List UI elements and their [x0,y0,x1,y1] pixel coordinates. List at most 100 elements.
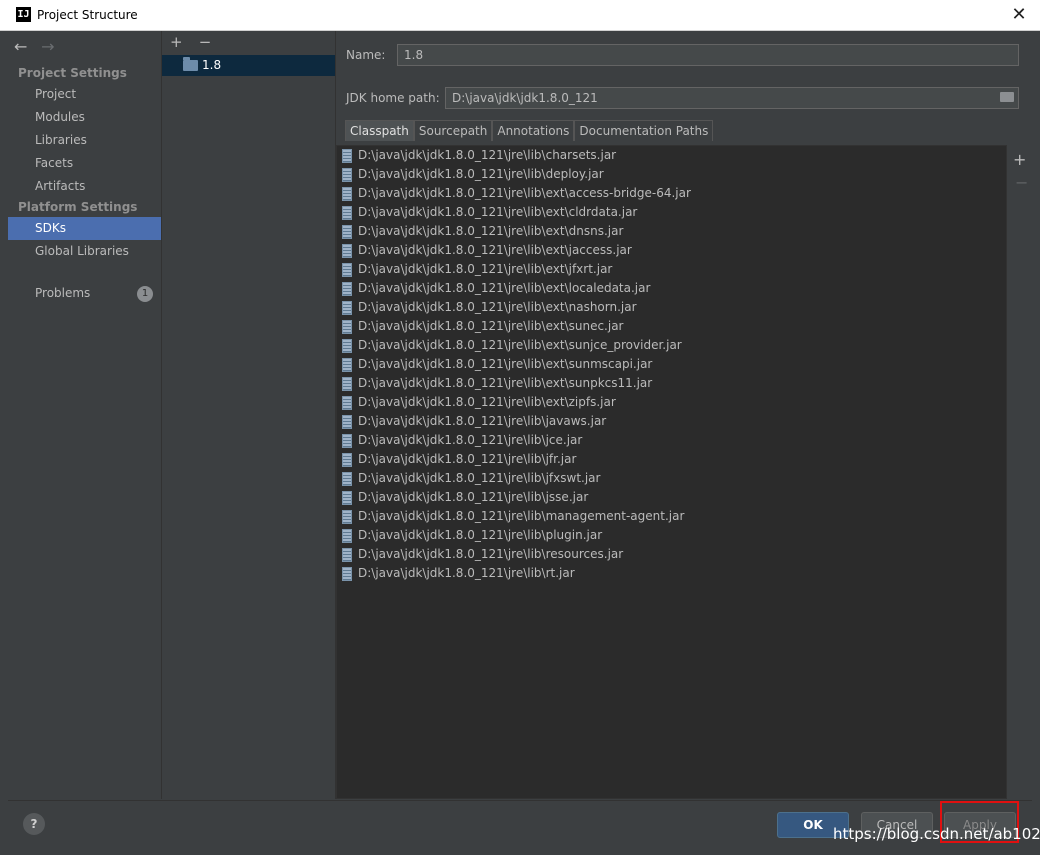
sdk-detail-panel: Name: 1.8 JDK home path: D:\java\jdk\jdk… [336,31,1032,799]
jar-icon [342,529,352,543]
classpath-row[interactable]: D:\java\jdk\jdk1.8.0_121\jre\lib\ext\sun… [337,336,1006,355]
project-structure-dialog: ← → Project Settings Project Modules Lib… [8,31,1032,855]
classpath-row[interactable]: D:\java\jdk\jdk1.8.0_121\jre\lib\ext\sun… [337,374,1006,393]
name-field[interactable]: 1.8 [397,44,1019,66]
classpath-row[interactable]: D:\java\jdk\jdk1.8.0_121\jre\lib\jce.jar [337,431,1006,450]
jdk-home-path-field[interactable]: D:\java\jdk\jdk1.8.0_121 [445,87,1019,109]
classpath-row[interactable]: D:\java\jdk\jdk1.8.0_121\jre\lib\plugin.… [337,526,1006,545]
intellij-logo-icon: IJ [16,7,31,22]
classpath-list[interactable]: D:\java\jdk\jdk1.8.0_121\jre\lib\charset… [336,145,1007,799]
classpath-row[interactable]: D:\java\jdk\jdk1.8.0_121\jre\lib\ext\jac… [337,241,1006,260]
classpath-entry: D:\java\jdk\jdk1.8.0_121\jre\lib\plugin.… [358,528,603,542]
classpath-row[interactable]: D:\java\jdk\jdk1.8.0_121\jre\lib\ext\loc… [337,279,1006,298]
classpath-row[interactable]: D:\java\jdk\jdk1.8.0_121\jre\lib\ext\jfx… [337,260,1006,279]
classpath-entry: D:\java\jdk\jdk1.8.0_121\jre\lib\jsse.ja… [358,490,589,504]
jar-icon [342,244,352,258]
problems-count-badge: 1 [137,286,153,302]
sdk-list-item[interactable]: 1.8 [162,55,335,76]
classpath-row[interactable]: D:\java\jdk\jdk1.8.0_121\jre\lib\ext\cld… [337,203,1006,222]
jar-icon [342,320,352,334]
jar-icon [342,548,352,562]
help-icon[interactable]: ? [23,813,45,835]
title-bar: IJ Project Structure ✕ [0,0,1040,31]
sidebar-item-problems[interactable]: Problems 1 [8,282,161,305]
sidebar-item-modules[interactable]: Modules [8,106,161,129]
jar-icon [342,453,352,467]
classpath-entry: D:\java\jdk\jdk1.8.0_121\jre\lib\javaws.… [358,414,607,428]
tab-annotations[interactable]: Annotations [492,120,575,141]
jar-icon [342,263,352,277]
jar-icon [342,358,352,372]
classpath-entry: D:\java\jdk\jdk1.8.0_121\jre\lib\jce.jar [358,433,583,447]
jar-icon [342,187,352,201]
classpath-row[interactable]: D:\java\jdk\jdk1.8.0_121\jre\lib\resourc… [337,545,1006,564]
add-sdk-icon[interactable]: + [170,33,194,51]
sidebar-item-facets[interactable]: Facets [8,152,161,175]
platform-settings-heading: Platform Settings [18,200,138,214]
classpath-row[interactable]: D:\java\jdk\jdk1.8.0_121\jre\lib\managem… [337,507,1006,526]
forward-arrow-icon[interactable]: → [41,37,63,56]
classpath-entry: D:\java\jdk\jdk1.8.0_121\jre\lib\ext\sun… [358,376,653,390]
sidebar-item-artifacts[interactable]: Artifacts [8,175,161,198]
classpath-row[interactable]: D:\java\jdk\jdk1.8.0_121\jre\lib\jsse.ja… [337,488,1006,507]
jar-icon [342,377,352,391]
sdk-list-panel: + − 1.8 [162,31,336,799]
remove-sdk-icon[interactable]: − [199,33,223,51]
jar-icon [342,415,352,429]
add-path-icon[interactable]: + [1013,150,1026,169]
sdk-tabs: Classpath Sourcepath Annotations Documen… [345,120,714,142]
remove-path-icon[interactable]: − [1015,173,1028,192]
classpath-entry: D:\java\jdk\jdk1.8.0_121\jre\lib\ext\sun… [358,357,653,371]
tab-sourcepath[interactable]: Sourcepath [413,120,493,141]
classpath-entry: D:\java\jdk\jdk1.8.0_121\jre\lib\rt.jar [358,566,575,580]
browse-folder-icon[interactable] [1000,92,1014,102]
classpath-entry: D:\java\jdk\jdk1.8.0_121\jre\lib\jfr.jar [358,452,577,466]
classpath-row[interactable]: D:\java\jdk\jdk1.8.0_121\jre\lib\jfr.jar [337,450,1006,469]
sidebar: ← → Project Settings Project Modules Lib… [8,31,162,799]
classpath-entry: D:\java\jdk\jdk1.8.0_121\jre\lib\ext\nas… [358,300,637,314]
classpath-row[interactable]: D:\java\jdk\jdk1.8.0_121\jre\lib\deploy.… [337,165,1006,184]
classpath-entry: D:\java\jdk\jdk1.8.0_121\jre\lib\ext\acc… [358,186,691,200]
classpath-row[interactable]: D:\java\jdk\jdk1.8.0_121\jre\lib\ext\nas… [337,298,1006,317]
sidebar-item-libraries[interactable]: Libraries [8,129,161,152]
sidebar-item-project[interactable]: Project [8,83,161,106]
jdk-home-label: JDK home path: [346,91,440,105]
jar-icon [342,339,352,353]
classpath-row[interactable]: D:\java\jdk\jdk1.8.0_121\jre\lib\ext\sun… [337,355,1006,374]
tab-documentation-paths[interactable]: Documentation Paths [574,120,714,141]
sidebar-item-global-libraries[interactable]: Global Libraries [8,240,161,263]
classpath-entry: D:\java\jdk\jdk1.8.0_121\jre\lib\deploy.… [358,167,604,181]
sdk-item-label: 1.8 [202,58,222,72]
jar-icon [342,434,352,448]
name-label: Name: [346,48,386,62]
classpath-row[interactable]: D:\java\jdk\jdk1.8.0_121\jre\lib\javaws.… [337,412,1006,431]
classpath-entry: D:\java\jdk\jdk1.8.0_121\jre\lib\ext\loc… [358,281,651,295]
jar-icon [342,491,352,505]
classpath-entry: D:\java\jdk\jdk1.8.0_121\jre\lib\managem… [358,509,685,523]
classpath-row[interactable]: D:\java\jdk\jdk1.8.0_121\jre\lib\rt.jar [337,564,1006,583]
classpath-row[interactable]: D:\java\jdk\jdk1.8.0_121\jre\lib\ext\sun… [337,317,1006,336]
tab-classpath[interactable]: Classpath [345,120,414,141]
jar-icon [342,510,352,524]
watermark-text: https://blog.csdn.net/ab102a [833,825,1040,843]
classpath-entry: D:\java\jdk\jdk1.8.0_121\jre\lib\ext\dns… [358,224,624,238]
jar-icon [342,149,352,163]
problems-label: Problems [35,286,91,300]
classpath-row[interactable]: D:\java\jdk\jdk1.8.0_121\jre\lib\ext\dns… [337,222,1006,241]
classpath-entry: D:\java\jdk\jdk1.8.0_121\jre\lib\ext\cld… [358,205,638,219]
classpath-toolbar: + − [1007,145,1032,799]
jar-icon [342,225,352,239]
close-icon[interactable]: ✕ [1006,2,1032,28]
classpath-entry: D:\java\jdk\jdk1.8.0_121\jre\lib\charset… [358,148,617,162]
classpath-row[interactable]: D:\java\jdk\jdk1.8.0_121\jre\lib\ext\acc… [337,184,1006,203]
sidebar-item-sdks[interactable]: SDKs [8,217,161,240]
jar-icon [342,472,352,486]
jar-icon [342,282,352,296]
classpath-entry: D:\java\jdk\jdk1.8.0_121\jre\lib\ext\sun… [358,338,682,352]
back-arrow-icon[interactable]: ← [14,37,36,56]
classpath-row[interactable]: D:\java\jdk\jdk1.8.0_121\jre\lib\ext\zip… [337,393,1006,412]
classpath-row[interactable]: D:\java\jdk\jdk1.8.0_121\jre\lib\jfxswt.… [337,469,1006,488]
jar-icon [342,206,352,220]
classpath-row[interactable]: D:\java\jdk\jdk1.8.0_121\jre\lib\charset… [337,146,1006,165]
classpath-entry: D:\java\jdk\jdk1.8.0_121\jre\lib\ext\sun… [358,319,624,333]
